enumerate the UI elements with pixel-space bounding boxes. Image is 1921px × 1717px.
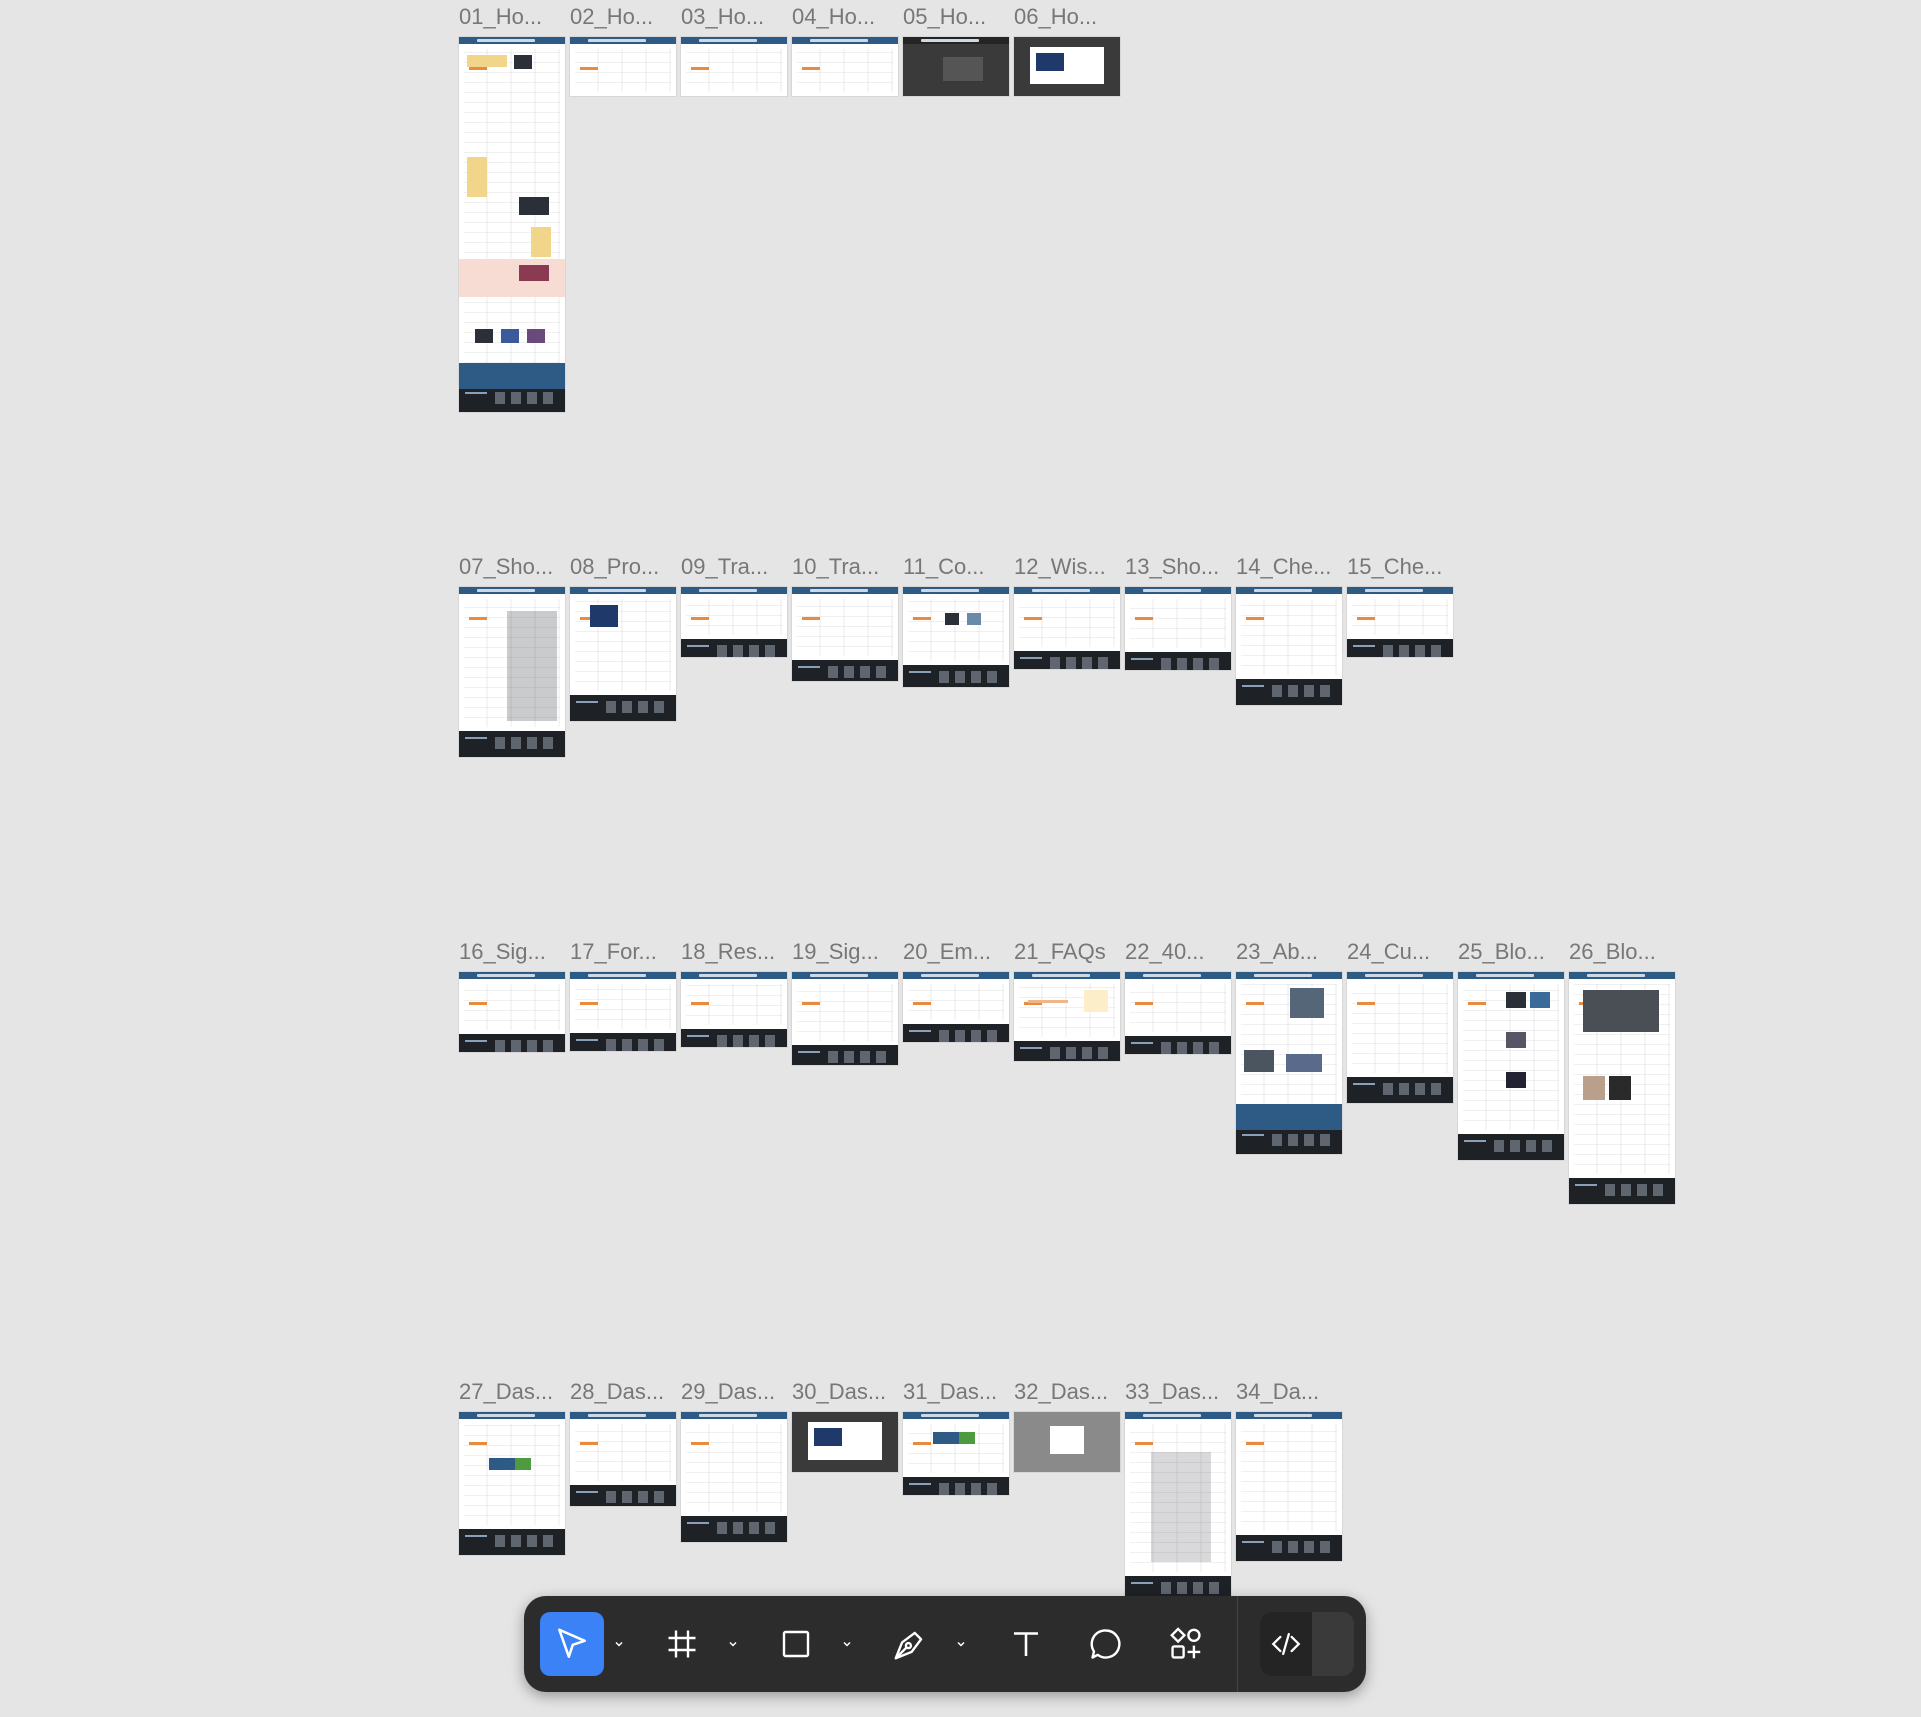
- bottom-toolbar: [524, 1596, 1366, 1692]
- shapes-plus-icon: [1170, 1627, 1201, 1659]
- pen-nib-icon: [894, 1631, 923, 1660]
- frame-label[interactable]: 04_Ho...: [792, 5, 898, 29]
- code-brackets-icon: [1271, 1632, 1301, 1656]
- frame-thumbnail[interactable]: [1125, 1412, 1231, 1602]
- frame-label[interactable]: 01_Ho...: [459, 5, 565, 29]
- frame-label[interactable]: 22_40...: [1125, 940, 1231, 964]
- frame-label[interactable]: 08_Pro...: [570, 555, 676, 579]
- cursor-arrow-icon: [558, 1628, 586, 1658]
- frame-label[interactable]: 23_Ab...: [1236, 940, 1342, 964]
- pen-tool-chevron-down-icon[interactable]: [952, 1632, 970, 1656]
- resources-tool-button[interactable]: [1154, 1612, 1218, 1676]
- frame-label[interactable]: 14_Che...: [1236, 555, 1342, 579]
- dev-mode-button[interactable]: [1260, 1612, 1312, 1676]
- shape-tool-chevron-down-icon[interactable]: [838, 1632, 856, 1656]
- frame-thumbnail[interactable]: [1014, 37, 1120, 96]
- frame-label[interactable]: 24_Cu...: [1347, 940, 1453, 964]
- frame-thumbnail[interactable]: [792, 587, 898, 681]
- frame-label[interactable]: 13_Sho...: [1125, 555, 1231, 579]
- frame-thumbnail[interactable]: [570, 37, 676, 96]
- frame-thumbnail[interactable]: [792, 1412, 898, 1472]
- rectangle-icon: [782, 1630, 810, 1658]
- frame-label[interactable]: 02_Ho...: [570, 5, 676, 29]
- frame-thumbnail[interactable]: [1236, 587, 1342, 705]
- frame-label[interactable]: 27_Das...: [459, 1380, 565, 1404]
- move-tool-button[interactable]: [540, 1612, 604, 1676]
- frame-label[interactable]: 19_Sig...: [792, 940, 898, 964]
- frame-label[interactable]: 11_Co...: [903, 555, 1009, 579]
- text-tool-button[interactable]: [994, 1612, 1058, 1676]
- frame-thumbnail[interactable]: [1014, 1412, 1120, 1472]
- dev-mode-toggle[interactable]: [1260, 1612, 1354, 1676]
- frame-thumbnail[interactable]: [1458, 972, 1564, 1160]
- frame-thumbnail[interactable]: [1347, 587, 1453, 657]
- frame-thumbnail[interactable]: [459, 37, 565, 412]
- frame-thumbnail[interactable]: [1125, 587, 1231, 670]
- frame-label[interactable]: 03_Ho...: [681, 5, 787, 29]
- frame-label[interactable]: 18_Res...: [681, 940, 787, 964]
- frame-thumbnail[interactable]: [681, 587, 787, 657]
- frame-thumbnail[interactable]: [459, 587, 565, 757]
- shape-tool-button[interactable]: [764, 1612, 828, 1676]
- frame-thumbnail[interactable]: [681, 1412, 787, 1542]
- frame-label[interactable]: 20_Em...: [903, 940, 1009, 964]
- frame-thumbnail[interactable]: [1569, 972, 1675, 1204]
- frame-label[interactable]: 26_Blo...: [1569, 940, 1675, 964]
- frame-label[interactable]: 07_Sho...: [459, 555, 565, 579]
- frame-label[interactable]: 06_Ho...: [1014, 5, 1120, 29]
- frame-label[interactable]: 05_Ho...: [903, 5, 1009, 29]
- frame-thumbnail[interactable]: [903, 587, 1009, 687]
- frame-label[interactable]: 32_Das...: [1014, 1380, 1120, 1404]
- comment-tool-button[interactable]: [1074, 1612, 1138, 1676]
- move-tool-chevron-down-icon[interactable]: [610, 1632, 628, 1656]
- frame-thumbnail[interactable]: [1014, 587, 1120, 669]
- frame-thumbnail[interactable]: [1236, 972, 1342, 1154]
- frame-thumbnail[interactable]: [792, 37, 898, 96]
- frame-label[interactable]: 15_Che...: [1347, 555, 1453, 579]
- frame-thumbnail[interactable]: [903, 972, 1009, 1042]
- frame-hash-icon: [668, 1630, 696, 1658]
- frame-label[interactable]: 25_Blo...: [1458, 940, 1564, 964]
- frame-label[interactable]: 16_Sig...: [459, 940, 565, 964]
- frame-label[interactable]: 10_Tra...: [792, 555, 898, 579]
- comment-bubble-icon: [1090, 1629, 1121, 1659]
- frame-thumbnail[interactable]: [570, 587, 676, 721]
- frame-thumbnail[interactable]: [570, 1412, 676, 1506]
- frame-thumbnail[interactable]: [903, 37, 1009, 96]
- frame-tool-chevron-down-icon[interactable]: [724, 1632, 742, 1656]
- toolbar-divider: [1237, 1596, 1238, 1692]
- frame-tool-button[interactable]: [650, 1612, 714, 1676]
- text-t-icon: [1014, 1632, 1038, 1656]
- frame-label[interactable]: 09_Tra...: [681, 555, 787, 579]
- frame-thumbnail[interactable]: [903, 1412, 1009, 1495]
- frame-label[interactable]: 17_For...: [570, 940, 676, 964]
- frame-label[interactable]: 21_FAQs: [1014, 940, 1120, 964]
- design-canvas[interactable]: 01_Ho... 02_Ho... 03_Ho... 04_Ho... 05_Ho...…: [0, 0, 1921, 1717]
- frame-label[interactable]: 29_Das...: [681, 1380, 787, 1404]
- frame-label[interactable]: 34_Da...: [1236, 1380, 1342, 1404]
- frame-thumbnail[interactable]: [459, 1412, 565, 1555]
- frame-thumbnail[interactable]: [570, 972, 676, 1051]
- frame-thumbnail[interactable]: [459, 972, 565, 1052]
- frame-thumbnail[interactable]: [1347, 972, 1453, 1103]
- frame-label[interactable]: 28_Das...: [570, 1380, 676, 1404]
- frame-thumbnail[interactable]: [1125, 972, 1231, 1054]
- frame-thumbnail[interactable]: [681, 972, 787, 1047]
- frame-thumbnail[interactable]: [681, 37, 787, 96]
- frame-label[interactable]: 30_Das...: [792, 1380, 898, 1404]
- frame-thumbnail[interactable]: [792, 972, 898, 1065]
- frame-thumbnail[interactable]: [1014, 972, 1120, 1061]
- frame-label[interactable]: 31_Das...: [903, 1380, 1009, 1404]
- pen-tool-button[interactable]: [878, 1612, 942, 1676]
- frame-label[interactable]: 12_Wis...: [1014, 555, 1120, 579]
- frame-label[interactable]: 33_Das...: [1125, 1380, 1231, 1404]
- frame-thumbnail[interactable]: [1236, 1412, 1342, 1561]
